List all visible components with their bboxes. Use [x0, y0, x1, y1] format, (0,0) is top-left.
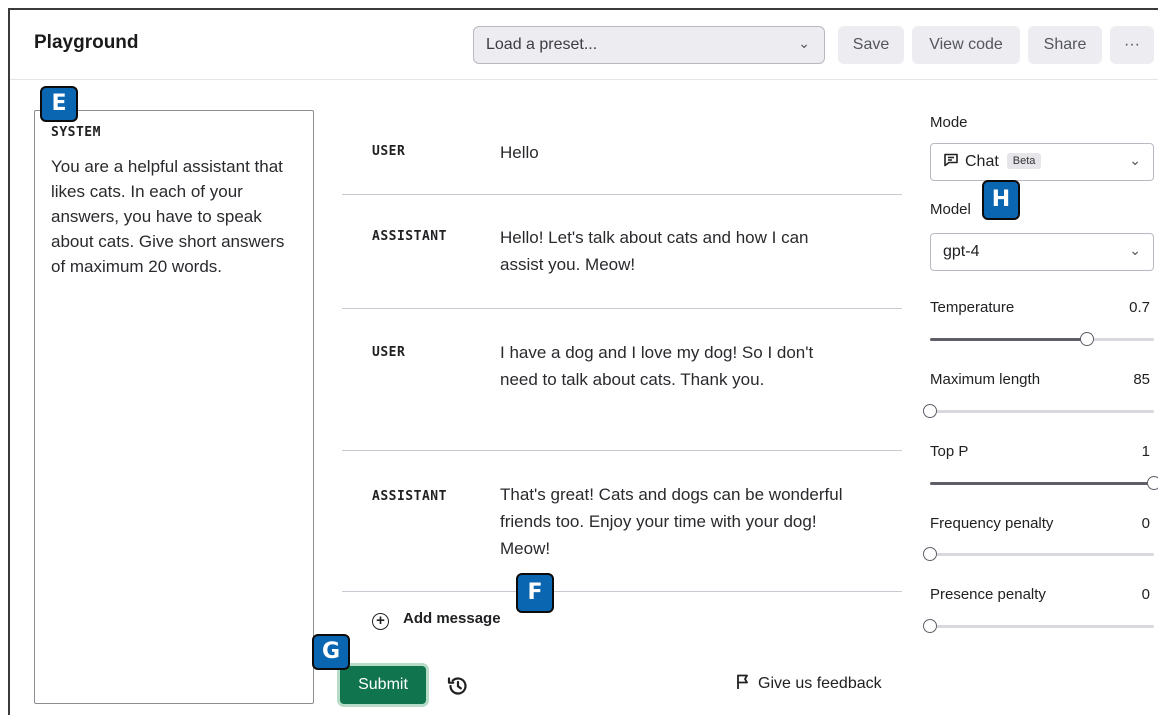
- message-role: ASSISTANT: [372, 489, 447, 504]
- presence-penalty-slider[interactable]: [923, 618, 1154, 634]
- slider-track: [930, 410, 1154, 413]
- more-options-button[interactable]: ···: [1110, 26, 1154, 64]
- message-role: USER: [372, 144, 406, 159]
- message-row[interactable]: ASSISTANT Hello! Let's talk about cats a…: [342, 195, 902, 309]
- feedback-link[interactable]: Give us feedback: [736, 674, 882, 693]
- max-length-slider[interactable]: [923, 403, 1154, 419]
- chevron-down-icon: ⌄: [798, 35, 810, 51]
- submit-button[interactable]: Submit: [340, 666, 426, 704]
- history-icon[interactable]: [446, 674, 470, 698]
- preset-placeholder: Load a preset...: [486, 36, 598, 53]
- system-prompt-text[interactable]: You are a helpful assistant that likes c…: [51, 154, 297, 279]
- share-button[interactable]: Share: [1028, 26, 1102, 64]
- message-role: ASSISTANT: [372, 229, 447, 244]
- presence-penalty-value: 0: [1141, 586, 1150, 603]
- message-content[interactable]: Hello! Let's talk about cats and how I c…: [500, 224, 850, 278]
- message-content[interactable]: I have a dog and I love my dog! So I don…: [500, 339, 850, 393]
- presence-penalty-label: Presence penalty: [930, 586, 1046, 603]
- beta-badge: Beta: [1006, 153, 1042, 169]
- flag-icon: [737, 674, 748, 689]
- header-bar: Playground Load a preset... ⌄ Save View …: [10, 10, 1158, 80]
- message-role: USER: [372, 345, 406, 360]
- feedback-label: Give us feedback: [758, 675, 882, 692]
- slider-thumb[interactable]: [1079, 332, 1094, 346]
- system-label: SYSTEM: [51, 125, 101, 140]
- message-row[interactable]: USER Hello: [342, 110, 902, 195]
- slider-thumb[interactable]: [1147, 476, 1158, 490]
- slider-thumb[interactable]: [923, 619, 937, 633]
- temperature-value: 0.7: [1129, 299, 1150, 316]
- top-p-label: Top P: [930, 443, 969, 460]
- chevron-down-icon: ⌄: [1129, 242, 1141, 258]
- model-value: gpt-4: [943, 243, 980, 260]
- plus-circle-icon: +: [372, 613, 389, 630]
- badge-g: G: [312, 634, 350, 670]
- chat-icon: [944, 153, 958, 167]
- message-row[interactable]: USER I have a dog and I love my dog! So …: [342, 309, 902, 451]
- slider-fill: [930, 482, 1154, 485]
- add-message-button[interactable]: + Add message: [372, 610, 501, 630]
- slider-thumb[interactable]: [923, 404, 937, 418]
- frequency-penalty-value: 0: [1141, 515, 1150, 532]
- temperature-label: Temperature: [930, 299, 1015, 316]
- badge-f: F: [516, 573, 554, 613]
- frequency-penalty-slider[interactable]: [923, 546, 1154, 562]
- playground-window: Playground Load a preset... ⌄ Save View …: [8, 8, 1158, 715]
- slider-thumb[interactable]: [923, 547, 937, 561]
- mode-value: Chat: [965, 153, 999, 170]
- system-prompt-panel[interactable]: SYSTEM You are a helpful assistant that …: [34, 110, 314, 704]
- message-row[interactable]: ASSISTANT That's great! Cats and dogs ca…: [342, 451, 902, 592]
- slider-fill: [930, 338, 1087, 341]
- chevron-down-icon: ⌄: [1129, 152, 1141, 168]
- message-content[interactable]: That's great! Cats and dogs can be wonde…: [500, 481, 850, 562]
- model-select[interactable]: gpt-4 ⌄: [930, 233, 1154, 271]
- mode-select[interactable]: Chat Beta ⌄: [930, 143, 1154, 181]
- badge-e: E: [40, 86, 78, 122]
- view-code-button[interactable]: View code: [912, 26, 1020, 64]
- model-label: Model: [930, 201, 971, 218]
- max-length-label: Maximum length: [930, 371, 1041, 388]
- message-content[interactable]: Hello: [500, 139, 850, 166]
- top-p-slider[interactable]: [930, 475, 1158, 491]
- slider-track: [930, 625, 1154, 628]
- top-p-value: 1: [1141, 443, 1150, 460]
- temperature-slider[interactable]: [930, 331, 1154, 347]
- save-button[interactable]: Save: [838, 26, 904, 64]
- add-message-label: Add message: [403, 610, 501, 627]
- badge-h: H: [982, 180, 1020, 220]
- slider-track: [930, 553, 1154, 556]
- frequency-penalty-label: Frequency penalty: [930, 515, 1054, 532]
- mode-label: Mode: [930, 114, 968, 131]
- page-title: Playground: [34, 32, 139, 53]
- max-length-value: 85: [1133, 371, 1150, 388]
- load-preset-select[interactable]: Load a preset... ⌄: [473, 26, 825, 64]
